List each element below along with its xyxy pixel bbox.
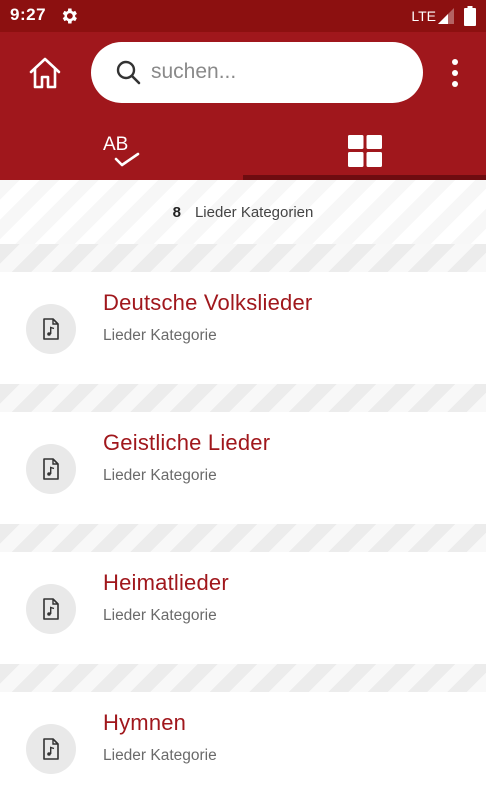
list-item-category[interactable]: Heimatlieder Lieder Kategorie [0, 552, 486, 664]
category-title: Geistliche Lieder [103, 430, 271, 455]
list-item-category[interactable]: Geistliche Lieder Lieder Kategorie [0, 412, 486, 524]
category-title: Deutsche Volkslieder [103, 290, 313, 315]
category-count-banner: 8 Lieder Kategorien [0, 180, 486, 244]
more-vert-icon [452, 59, 458, 65]
network-type: LTE [411, 8, 436, 24]
more-options-button[interactable] [440, 54, 470, 92]
home-button[interactable] [24, 52, 66, 94]
battery-icon [464, 6, 476, 26]
category-icon-circle [26, 304, 76, 354]
category-subtitle: Lieder Kategorie [103, 467, 217, 484]
ab-check-icon: AB [103, 134, 139, 167]
search-box[interactable] [91, 42, 423, 103]
divider [0, 384, 486, 412]
music-file-icon [43, 738, 59, 760]
signal-icon [438, 8, 454, 24]
grid-icon [347, 135, 382, 167]
category-title: Hymnen [103, 710, 187, 735]
tab-alphabetical[interactable]: AB [0, 122, 243, 180]
list-item-category[interactable]: Hymnen Lieder Kategorie [0, 692, 486, 800]
category-subtitle: Lieder Kategorie [103, 607, 217, 624]
home-icon [29, 57, 61, 89]
tab-categories[interactable] [243, 122, 486, 180]
category-icon-circle [26, 584, 76, 634]
gear-icon [62, 8, 77, 24]
divider [0, 524, 486, 552]
search-input[interactable] [151, 56, 401, 88]
status-time: 9:27 [10, 5, 47, 24]
list-item-category[interactable]: Deutsche Volkslieder Lieder Kategorie [0, 272, 486, 384]
music-file-icon [43, 598, 59, 620]
app-bar: AB [0, 32, 486, 180]
category-title: Heimatlieder [103, 570, 229, 595]
divider [0, 244, 486, 272]
tab-ab-label: AB [103, 134, 128, 155]
category-count-label: Lieder Kategorien [194, 203, 314, 221]
status-bar: 9:27 LTE [0, 0, 486, 32]
category-subtitle: Lieder Kategorie [103, 327, 217, 344]
search-icon [116, 60, 141, 85]
music-file-icon [43, 458, 59, 480]
divider [0, 664, 486, 692]
category-icon-circle [26, 444, 76, 494]
category-subtitle: Lieder Kategorie [103, 747, 217, 764]
category-icon-circle [26, 724, 76, 774]
music-file-icon [43, 318, 59, 340]
category-count: 8 [172, 203, 181, 221]
